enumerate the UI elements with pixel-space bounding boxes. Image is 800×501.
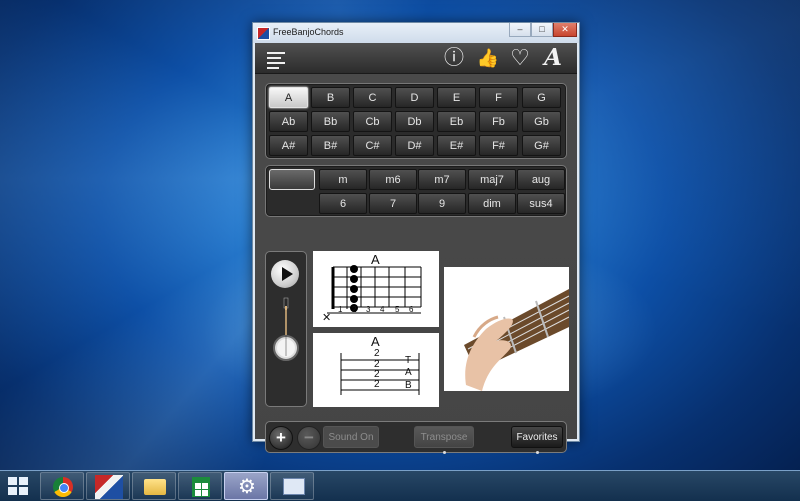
transpose-indicator: [443, 451, 446, 454]
fret-number: 1: [338, 305, 343, 314]
toolbar: ⓘ 👍 ♡ A: [255, 43, 577, 74]
remote-desktop-icon: [283, 478, 305, 495]
key-button-Cb[interactable]: Cb: [353, 111, 392, 132]
tab-diagram: A 2 2 2 2 T A B: [313, 333, 439, 407]
key-button-E[interactable]: E: [437, 87, 476, 108]
chord-diagram: A ✕ 1 2 3 4 5 6: [313, 251, 439, 327]
type-button-maj7[interactable]: maj7: [468, 169, 516, 190]
key-button-B[interactable]: B: [311, 87, 350, 108]
close-button[interactable]: ✕: [553, 23, 577, 37]
tab-note: 2: [374, 379, 380, 390]
info-icon[interactable]: ⓘ: [442, 47, 466, 69]
minimize-button[interactable]: –: [509, 23, 531, 37]
key-button-A-sharp[interactable]: A#: [269, 135, 308, 156]
type-button-m7[interactable]: m7: [418, 169, 466, 190]
key-button-G[interactable]: G: [522, 87, 561, 108]
hand-on-fretboard-image: [464, 289, 569, 391]
tab-label: B: [405, 380, 412, 391]
fret-number: 6: [409, 305, 414, 314]
chord-type-selector: m m6 m7 maj7 aug 6 7 9 dim sus4: [265, 165, 567, 217]
type-button-m6[interactable]: m6: [369, 169, 417, 190]
chord-photo: [444, 267, 569, 391]
maximize-button[interactable]: □: [531, 23, 553, 37]
window-title: FreeBanjoChords: [273, 27, 344, 37]
side-panel: [265, 251, 307, 407]
play-button[interactable]: [271, 260, 299, 288]
key-button-B-sharp[interactable]: B#: [311, 135, 350, 156]
key-button-C[interactable]: C: [353, 87, 392, 108]
tab-label: T: [405, 355, 412, 366]
app-title-icon: [257, 27, 270, 40]
banjo-app-icon: [95, 475, 123, 499]
key-button-Db[interactable]: Db: [395, 111, 434, 132]
app-body: ⓘ 👍 ♡ A A B C D E F G Ab Bb Cb Db Eb Fb …: [255, 43, 577, 454]
key-button-E-sharp[interactable]: E#: [437, 135, 476, 156]
app-window: FreeBanjoChords – □ ✕ ⓘ 👍 ♡ A A B C D E …: [252, 22, 580, 454]
type-button-7[interactable]: 7: [369, 193, 417, 214]
fret-number: 3: [366, 305, 371, 314]
minus-button[interactable]: −: [297, 426, 321, 450]
type-button-6[interactable]: 6: [319, 193, 367, 214]
key-button-Fb[interactable]: Fb: [479, 111, 518, 132]
type-button-aug[interactable]: aug: [517, 169, 565, 190]
taskbar-file-explorer[interactable]: [132, 472, 176, 500]
key-button-F[interactable]: F: [479, 87, 518, 108]
tab-label: A: [405, 367, 412, 378]
fretboard-diagram: [327, 265, 422, 314]
gear-icon: ⚙: [238, 476, 256, 498]
heart-icon[interactable]: ♡: [508, 47, 532, 69]
sound-on-button[interactable]: Sound On: [323, 426, 379, 448]
key-button-D-sharp[interactable]: D#: [395, 135, 434, 156]
title-bar[interactable]: FreeBanjoChords – □ ✕: [253, 23, 579, 43]
taskbar-store[interactable]: [178, 472, 222, 500]
type-button-sus4[interactable]: sus4: [517, 193, 565, 214]
favorites-button[interactable]: Favorites: [511, 426, 563, 448]
key-button-Bb[interactable]: Bb: [311, 111, 350, 132]
key-selector: A B C D E F G Ab Bb Cb Db Eb Fb Gb A# B#…: [265, 83, 567, 159]
tab-note: 2: [374, 348, 380, 359]
key-button-D[interactable]: D: [395, 87, 434, 108]
start-button[interactable]: [8, 477, 28, 495]
plus-button[interactable]: +: [269, 426, 293, 450]
taskbar-chrome[interactable]: [40, 472, 84, 500]
taskbar-remote-desktop[interactable]: [270, 472, 314, 500]
key-button-Ab[interactable]: Ab: [269, 111, 308, 132]
taskbar: ⚙: [0, 470, 800, 501]
favorites-indicator: [536, 451, 539, 454]
like-icon[interactable]: 👍: [476, 47, 500, 69]
bottom-bar: + − Sound On Transpose Favorites: [265, 421, 567, 454]
fret-number: 5: [395, 305, 400, 314]
type-button-m[interactable]: m: [319, 169, 367, 190]
type-button-dim[interactable]: dim: [468, 193, 516, 214]
chrome-icon: [53, 477, 73, 497]
muted-string-marker: ✕: [322, 312, 332, 324]
taskbar-freebanjochords[interactable]: [86, 472, 130, 500]
key-button-Eb[interactable]: Eb: [437, 111, 476, 132]
key-button-G-sharp[interactable]: G#: [522, 135, 561, 156]
fret-number: 2: [352, 305, 357, 314]
transpose-button[interactable]: Transpose: [414, 426, 474, 448]
key-button-A[interactable]: A: [269, 87, 308, 108]
fret-number: 4: [380, 305, 385, 314]
key-button-Gb[interactable]: Gb: [522, 111, 561, 132]
type-button-9[interactable]: 9: [418, 193, 466, 214]
major-type-button[interactable]: [269, 169, 315, 190]
key-button-C-sharp[interactable]: C#: [353, 135, 392, 156]
menu-icon[interactable]: [265, 47, 289, 69]
key-button-F-sharp[interactable]: F#: [479, 135, 518, 156]
font-icon[interactable]: A: [541, 46, 565, 69]
folder-icon: [144, 479, 166, 495]
taskbar-settings[interactable]: ⚙: [224, 472, 268, 500]
banjo-icon: [273, 297, 299, 361]
store-icon: [192, 477, 210, 497]
